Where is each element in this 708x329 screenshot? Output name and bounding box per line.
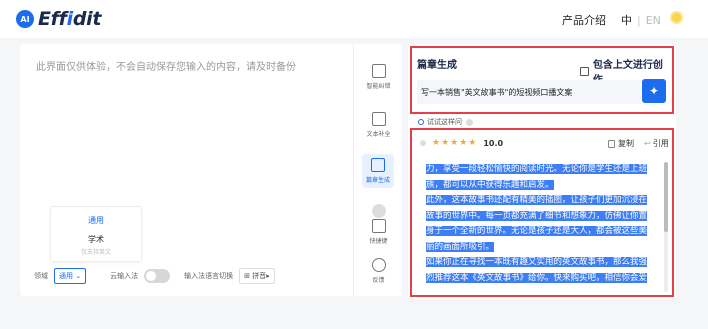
- editor-bottom-bar: 领域 通用 ⌄ 云输入法 输入法语言切换 ⊞ 拼音▸: [34, 268, 275, 284]
- result-scrollbar[interactable]: [664, 162, 668, 292]
- tool-smart-correction[interactable]: 智能纠错: [354, 64, 403, 90]
- result-actions: 复制 ↩ 引用: [608, 138, 669, 149]
- product-intro-link[interactable]: 产品介绍: [562, 12, 606, 28]
- scan-icon: [371, 64, 386, 78]
- result-line: 烈推荐这本《英文故事书》给你。快来购买吧，相信你会爱: [426, 272, 648, 283]
- pinyin-select[interactable]: ⊞ 拼音▸: [239, 268, 275, 284]
- logo-badge: AI: [16, 10, 34, 28]
- rating-score: 10.0: [483, 138, 504, 148]
- tool-column: 智能纠错 文本补全 篇章生成 快捷键 反馈: [353, 44, 402, 296]
- sparkle-icon: ✦: [648, 84, 660, 98]
- lang-zh-option[interactable]: 中: [621, 12, 632, 28]
- lightbulb-icon[interactable]: [670, 11, 683, 24]
- lang-separator: |: [637, 13, 641, 27]
- result-line: 族，都可以从中获得乐趣和启发。: [426, 179, 554, 190]
- result-line: 身于一个全新的世界。无论是孩子还是大人，都会被这些美: [426, 226, 648, 236]
- cloud-ime-toggle[interactable]: [144, 269, 171, 283]
- top-header: AI Effidit 产品介绍 中 | EN: [0, 0, 708, 38]
- result-text[interactable]: 力，享受一段轻松愉快的阅读时光。无论你是学生还是上班 族，都可以从中获得乐趣和启…: [426, 162, 654, 286]
- tool-text-completion[interactable]: 文本补全: [354, 112, 403, 138]
- scrollbar-thumb[interactable]: [664, 162, 668, 232]
- cloud-ime-label: 云输入法: [110, 272, 139, 280]
- tool-feedback[interactable]: 反馈: [354, 258, 403, 284]
- article-icon: [371, 158, 385, 172]
- mode-card[interactable]: 通用 学术 仅支持英文: [50, 206, 142, 262]
- generation-box: 篇章生成 包含上文进行创作 写一本销售"英文故事书"的短视频口播文案 ✦: [410, 46, 674, 114]
- result-line: 丽的画面所吸引。: [426, 241, 495, 252]
- result-line: 故事的世界中。每一页都充满了细节和想象力，仿佛让你置: [426, 210, 648, 221]
- domain-select[interactable]: 通用 ⌄: [54, 268, 87, 284]
- generate-button[interactable]: ✦: [642, 79, 666, 103]
- checkbox-icon[interactable]: [580, 66, 589, 76]
- help-icon[interactable]: [466, 118, 473, 126]
- dot-icon: [371, 204, 386, 218]
- domain-label: 领域: [34, 272, 48, 280]
- editor-placeholder: 此界面仅供体验，不会自动保存您输入的内容，请及时备份: [36, 62, 296, 73]
- language-switcher: 中 | EN: [621, 12, 661, 28]
- mode-academic-desc: 仅支持英文: [80, 249, 111, 256]
- rating-stars: ★★★★★: [432, 138, 478, 148]
- result-box: ★★★★★ 10.0 复制 ↩ 引用 力，享受一段轻松愉快的阅读时光。无论你是学…: [410, 128, 674, 297]
- question-icon: [371, 258, 386, 272]
- logo[interactable]: AI Effidit: [16, 8, 101, 30]
- quote-button[interactable]: 引用: [653, 138, 669, 149]
- result-header: ★★★★★ 10.0: [420, 138, 503, 148]
- status-dot: [420, 140, 426, 146]
- document-icon: [371, 112, 386, 126]
- lang-en-option[interactable]: EN: [646, 14, 661, 27]
- tool-article-generation[interactable]: 篇章生成: [362, 154, 394, 188]
- bulb-outline-icon: [418, 119, 424, 125]
- result-line: 此外，这本故事书还配有精美的插图，让孩子们更加沉浸在: [426, 195, 648, 205]
- editor-area[interactable]: 此界面仅供体验，不会自动保存您输入的内容，请及时备份 通用 学术 仅支持英文 领…: [20, 44, 402, 296]
- tool-shortcuts[interactable]: 快捷键: [354, 219, 403, 245]
- prompt-input[interactable]: 写一本销售"英文故事书"的短视频口播文案: [417, 80, 641, 104]
- try-suggestions[interactable]: 试试这样问: [418, 117, 473, 127]
- result-line: 如果你正在寻找一本既有趣又实用的英文故事书，那么我强: [426, 257, 648, 267]
- quote-icon[interactable]: ↩: [644, 139, 651, 148]
- copy-icon[interactable]: [608, 139, 615, 148]
- result-line: 力，享受一段轻松愉快的阅读时光。无论你是学生还是上班: [426, 164, 648, 174]
- mode-academic[interactable]: 学术: [51, 234, 141, 245]
- keyboard-icon: [371, 219, 386, 233]
- generation-panel: 篇章生成 包含上文进行创作 写一本销售"英文故事书"的短视频口播文案 ✦ 试试这…: [408, 44, 676, 299]
- logo-text: Effidit: [38, 8, 102, 30]
- ime-switch-label: 输入法语言切换: [184, 272, 234, 280]
- tool-dot: [354, 204, 403, 218]
- generation-title: 篇章生成: [417, 60, 457, 71]
- mode-general[interactable]: 通用: [51, 215, 141, 226]
- copy-button[interactable]: 复制: [618, 138, 634, 149]
